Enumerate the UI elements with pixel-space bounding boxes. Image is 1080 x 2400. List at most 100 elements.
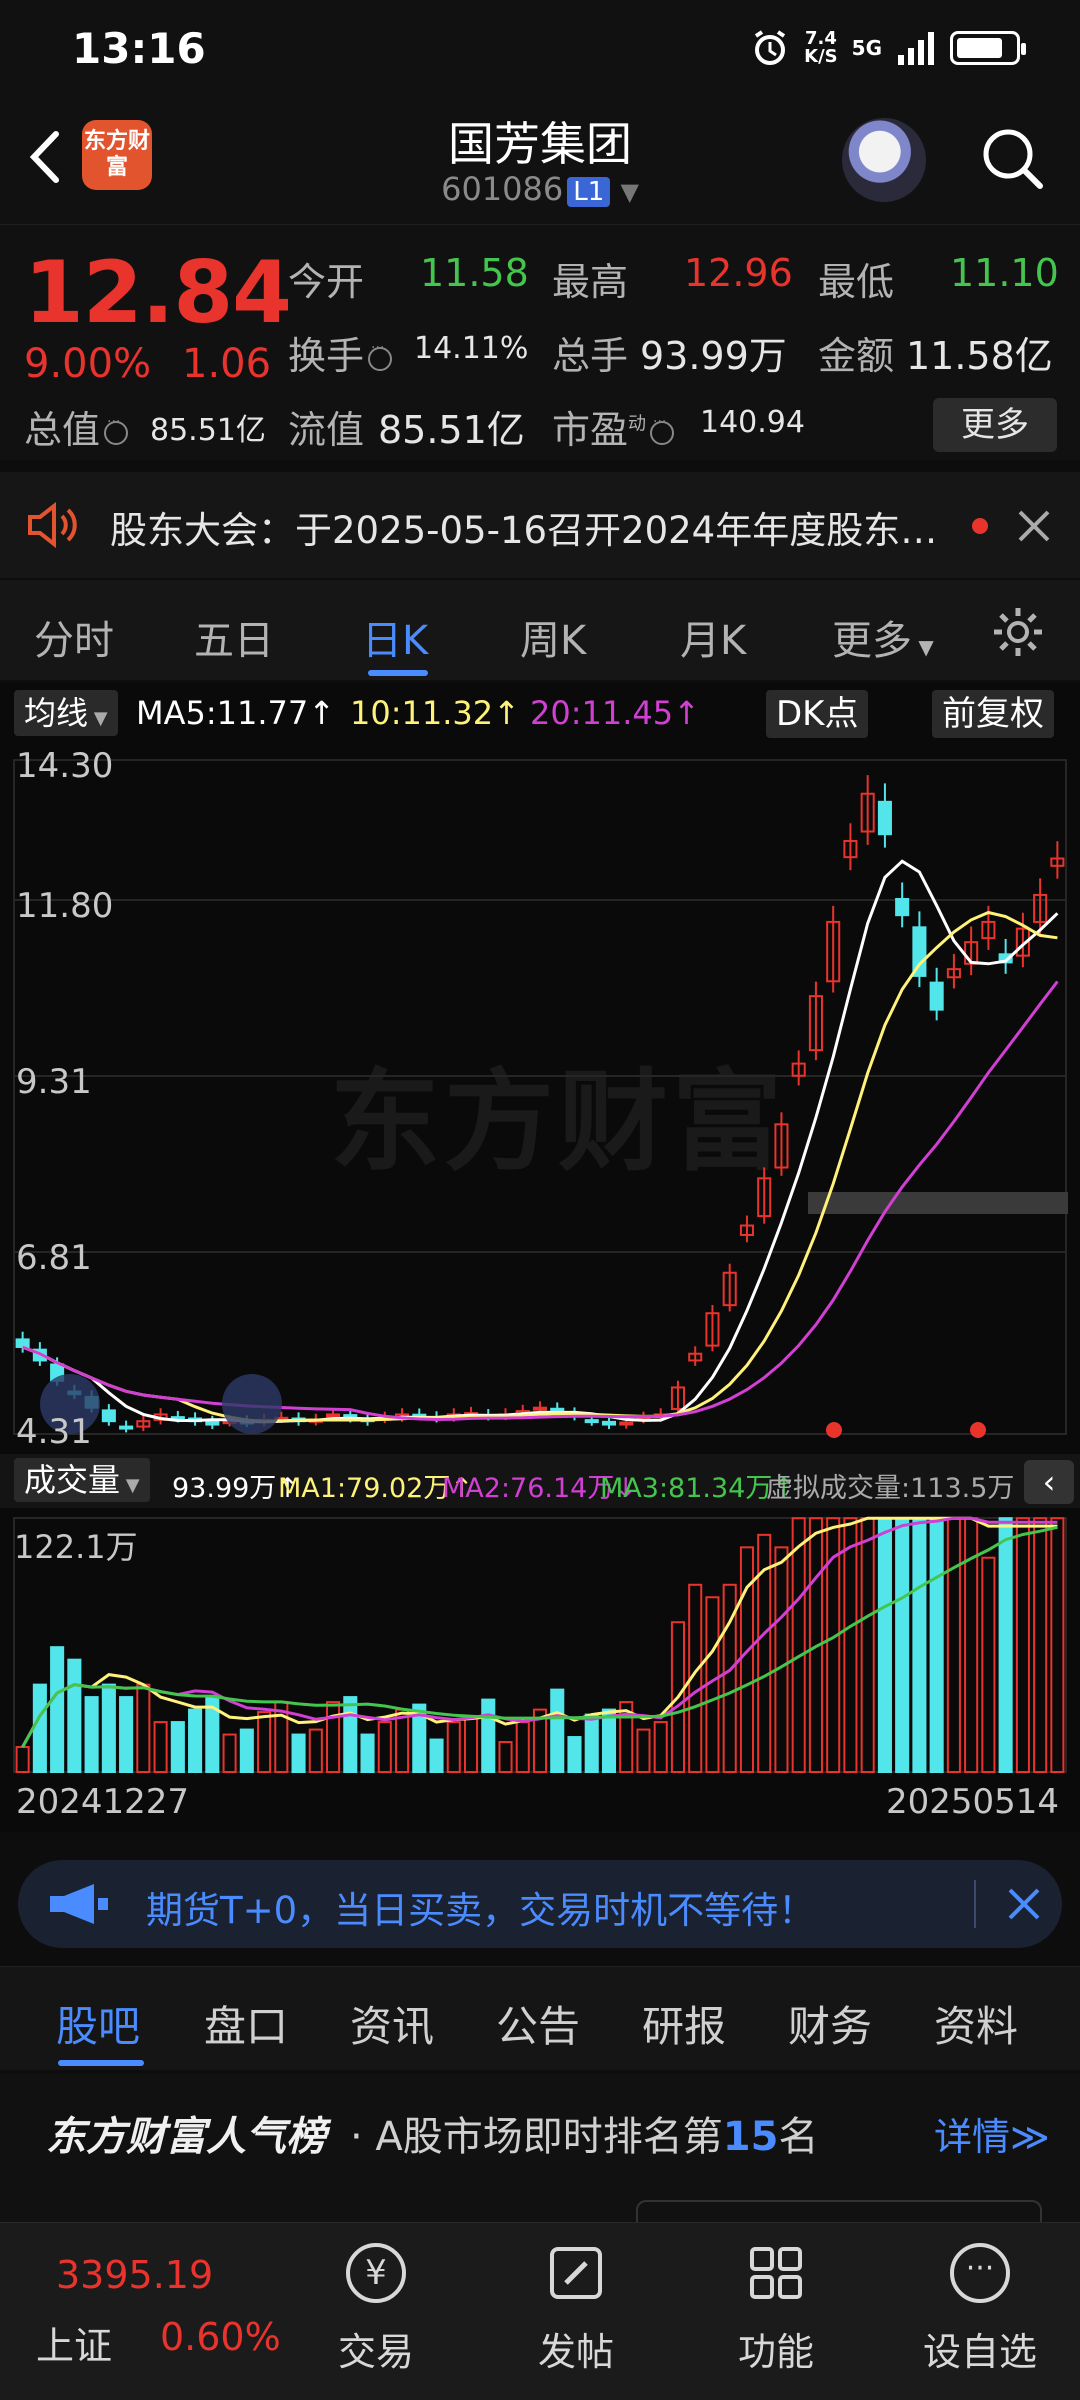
- event-dot: [970, 1422, 986, 1438]
- volume-bar: [929, 1517, 944, 1773]
- tab-research[interactable]: 研报: [642, 1993, 726, 2054]
- tab-five-day[interactable]: 五日: [194, 608, 274, 666]
- ma10-line: [22, 910, 1058, 1423]
- index-change[interactable]: 0.60%: [160, 2315, 281, 2359]
- candle-body: [601, 1420, 617, 1426]
- tab-more[interactable]: 更多 ▼: [832, 608, 934, 666]
- active-tab-underline: [368, 670, 428, 676]
- nav-add-watchlist[interactable]: ··· 设自选: [900, 2243, 1060, 2376]
- promo-text: 期货T+0，当日买卖，交易时机不等待！: [146, 1889, 816, 1932]
- plot-frame: [13, 759, 1067, 1435]
- more-quote-button[interactable]: 更多: [933, 398, 1057, 452]
- date-end: 20250514: [886, 1782, 1060, 1822]
- change-percent: 9.00%: [24, 341, 152, 387]
- volume-bar: [239, 1728, 254, 1773]
- popularity-detail-link[interactable]: 详情≫: [934, 2106, 1050, 2161]
- volume-bar: [32, 1683, 47, 1773]
- pe-label: 市盈动: [552, 399, 675, 454]
- level-badge: L1: [567, 177, 611, 207]
- popularity-brand: 东方财富人气榜: [46, 2114, 326, 2160]
- search-icon[interactable]: [978, 124, 1048, 194]
- index-name[interactable]: 上证: [36, 2315, 112, 2370]
- chevron-down-icon: ▼: [620, 178, 639, 206]
- volume-bar: [67, 1658, 82, 1773]
- volume-bar: [170, 1721, 185, 1774]
- popularity-rank-text: · A股市场即时排名第15名: [350, 2114, 819, 2160]
- volume-bar: [498, 1741, 513, 1773]
- candle-body: [205, 1420, 220, 1426]
- volume-bar: [153, 1721, 168, 1774]
- candle-body: [15, 1338, 30, 1348]
- y-tick-label: 9.31: [16, 1062, 92, 1102]
- stock-header: 东方财富 国芳集团 601086 L1 ▼: [0, 100, 1080, 224]
- settings-gear-icon[interactable]: [990, 604, 1046, 660]
- ma10-label: 10:11.32↑: [350, 694, 520, 732]
- tab-profile[interactable]: 资料: [934, 1993, 1018, 2054]
- chart-area[interactable]: 东方财富 均线 ▼ MA5:11.77↑ 10:11.32↑ 20:11.45↑…: [0, 682, 1080, 1832]
- volume-bar: [653, 1721, 668, 1774]
- volume-bar: [843, 1517, 858, 1773]
- tab-news[interactable]: 资讯: [350, 1993, 434, 2054]
- info-icon: [650, 414, 675, 445]
- volume-bar: [1015, 1517, 1030, 1773]
- date-start: 20241227: [16, 1782, 190, 1822]
- tab-pankou[interactable]: 盘口: [204, 1993, 288, 2054]
- volume-bar: [1033, 1517, 1048, 1773]
- divider: [974, 1880, 976, 1928]
- volume-bar: [791, 1517, 806, 1773]
- tab-daily-k[interactable]: 日K: [362, 608, 428, 666]
- promo-banner[interactable]: 期货T+0，当日买卖，交易时机不等待！: [18, 1860, 1062, 1948]
- nav-functions[interactable]: 功能: [696, 2243, 856, 2376]
- volume-bar: [636, 1728, 651, 1773]
- volume-bar: [343, 1696, 358, 1773]
- y-tick-label: 4.31: [16, 1412, 92, 1452]
- candle-body: [619, 1421, 634, 1426]
- notice-bar[interactable]: 股东大会：于2025-05-16召开2024年年度股东…: [0, 472, 1080, 578]
- collapse-panel-button[interactable]: ‹: [1024, 1460, 1074, 1504]
- chevron-down-icon: ▼: [912, 635, 934, 659]
- robot-assistant-avatar[interactable]: [842, 118, 926, 202]
- megaphone-icon: [50, 1884, 108, 1924]
- candle-body: [119, 1425, 134, 1430]
- volume-bar: [377, 1721, 392, 1774]
- open-label: 今开: [288, 260, 365, 304]
- tab-finance[interactable]: 财务: [788, 1993, 872, 2054]
- kline-tabs: 分时 五日 日K 周K 月K 更多 ▼: [0, 580, 1080, 680]
- turnover-label: 换手: [288, 325, 393, 380]
- popularity-ranking[interactable]: 东方财富人气榜 · A股市场即时排名第15名 详情≫: [0, 2074, 1080, 2224]
- nav-post[interactable]: 发帖: [496, 2243, 656, 2376]
- net-speed: 7.4 K/S: [804, 28, 838, 67]
- low-label: 最低: [818, 260, 895, 304]
- float-cap-value: 85.51亿: [378, 408, 525, 452]
- tab-weekly-k[interactable]: 周K: [520, 608, 586, 666]
- high-label: 最高: [552, 260, 629, 304]
- high-value: 12.96: [684, 251, 793, 295]
- close-icon[interactable]: [1016, 508, 1052, 544]
- dk-point-button[interactable]: DK点: [766, 690, 869, 738]
- index-value[interactable]: 3395.19: [56, 2253, 213, 2297]
- volume-bar: [774, 1546, 789, 1773]
- volume-bar: [360, 1733, 375, 1774]
- volume-bar: [326, 1701, 341, 1774]
- tab-guba[interactable]: 股吧: [56, 1993, 140, 2054]
- yen-icon: ¥: [346, 2243, 406, 2303]
- tab-monthly-k[interactable]: 月K: [680, 608, 746, 666]
- kline-chart-svg[interactable]: [0, 682, 1080, 1832]
- volume-select-dropdown[interactable]: 成交量 ▼: [14, 1458, 150, 1502]
- volume-y-tick: 122.1万: [14, 1528, 138, 1566]
- open-value: 11.58: [420, 251, 529, 295]
- volume-bar: [895, 1517, 910, 1773]
- market-cap-label: 总值: [24, 399, 129, 454]
- tab-intraday[interactable]: 分时: [34, 608, 114, 666]
- battery-icon: [950, 31, 1026, 65]
- nav-trade[interactable]: ¥ 交易: [296, 2243, 456, 2376]
- volume-value: 93.99万: [640, 334, 787, 378]
- dk-band: [808, 1192, 1068, 1214]
- adjust-mode-button[interactable]: 前复权: [932, 690, 1054, 738]
- close-icon[interactable]: [1006, 1886, 1042, 1922]
- tab-announcements[interactable]: 公告: [496, 1993, 580, 2054]
- ma-select-dropdown[interactable]: 均线 ▼: [14, 690, 118, 736]
- info-icon: [368, 340, 393, 371]
- volume-bar: [601, 1708, 617, 1774]
- alarm-icon: [755, 30, 786, 65]
